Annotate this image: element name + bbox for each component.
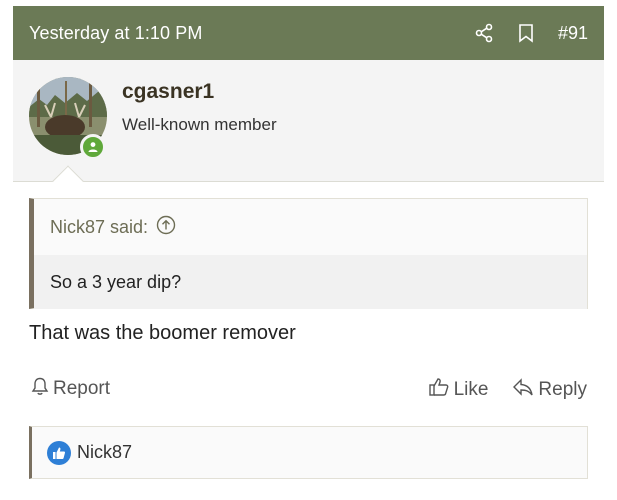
reply-label: Reply (538, 379, 587, 400)
reply-button[interactable]: Reply (512, 377, 587, 403)
thumbs-up-icon (428, 376, 450, 404)
quote-header[interactable]: Nick87 said: (34, 199, 587, 255)
reaction-users-link[interactable]: Nick87 (77, 442, 132, 463)
post-header-actions: #91 (474, 23, 588, 44)
like-label: Like (453, 379, 489, 400)
user-info-block: cgasner1 Well-known member (13, 60, 604, 197)
reactions-bar[interactable]: Nick87 (29, 426, 588, 479)
quote-text: So a 3 year dip? (50, 271, 182, 292)
share-icon[interactable] (474, 23, 494, 43)
reply-icon (512, 377, 534, 403)
post-number-link[interactable]: #91 (558, 23, 588, 44)
jump-to-quote-icon[interactable] (156, 215, 176, 240)
like-button[interactable]: Like (428, 376, 489, 404)
quote-block: Nick87 said: So a 3 year dip? (29, 198, 588, 309)
message-pointer (52, 165, 84, 197)
bell-icon (31, 376, 49, 402)
report-label: Report (53, 378, 111, 399)
post-actions-right: Like Reply (428, 376, 587, 404)
like-reaction-icon (47, 440, 71, 465)
post-timestamp[interactable]: Yesterday at 1:10 PM (29, 23, 202, 44)
post-header: Yesterday at 1:10 PM #91 (13, 6, 604, 60)
report-button[interactable]: Report (31, 376, 110, 402)
user-title: Well-known member (122, 115, 277, 134)
post-actions-left: Report (31, 376, 110, 402)
quote-body: So a 3 year dip? (34, 255, 587, 309)
quote-author[interactable]: Nick87 said: (50, 217, 148, 238)
username-link[interactable]: cgasner1 (122, 80, 214, 104)
bookmark-icon[interactable] (516, 23, 536, 43)
message-body: That was the boomer remover (29, 322, 296, 344)
online-status-icon (80, 134, 106, 160)
